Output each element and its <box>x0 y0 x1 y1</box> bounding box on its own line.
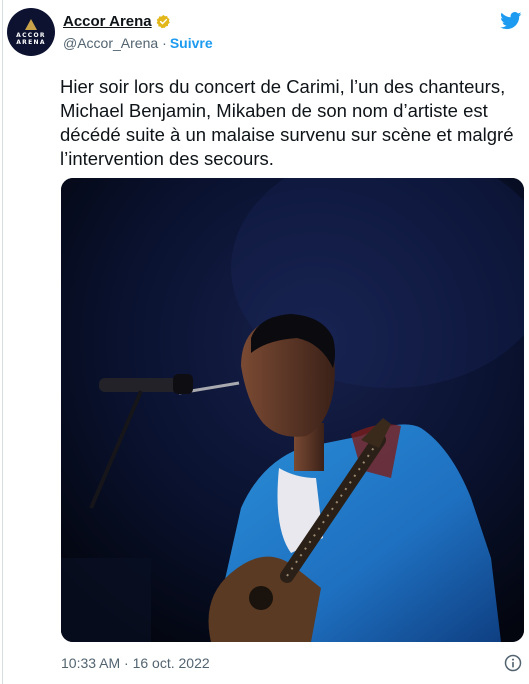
thread-line <box>2 0 3 684</box>
author-handle-row: @Accor_Arena · Suivre <box>63 35 213 51</box>
concert-photo-singer-with-guitar <box>61 178 524 642</box>
tweet-timestamp[interactable]: 10:33 AM · 16 oct. 2022 <box>61 655 210 671</box>
accor-logo-mark <box>25 18 37 30</box>
avatar-logo-text-bottom: ARENA <box>16 38 46 46</box>
avatar[interactable]: ACCOR ARENA <box>7 8 55 56</box>
separator-dot: · <box>162 35 167 51</box>
author-display-name[interactable]: Accor Arena <box>63 13 152 30</box>
tweet-text: Hier soir lors du concert de Carimi, l’u… <box>60 76 514 169</box>
info-icon[interactable] <box>504 654 522 672</box>
author-handle[interactable]: @Accor_Arena <box>63 35 158 51</box>
follow-button[interactable]: Suivre <box>170 35 213 51</box>
tweet-photo[interactable] <box>61 178 524 642</box>
avatar-logo-text-top: ACCOR <box>16 31 46 39</box>
twitter-bird-icon[interactable] <box>500 12 522 30</box>
verified-badge-icon <box>156 14 170 29</box>
author-name-row: Accor Arena <box>63 13 171 30</box>
tweet-embed: ACCOR ARENA Accor Arena @Accor_Arena · S… <box>0 0 529 684</box>
